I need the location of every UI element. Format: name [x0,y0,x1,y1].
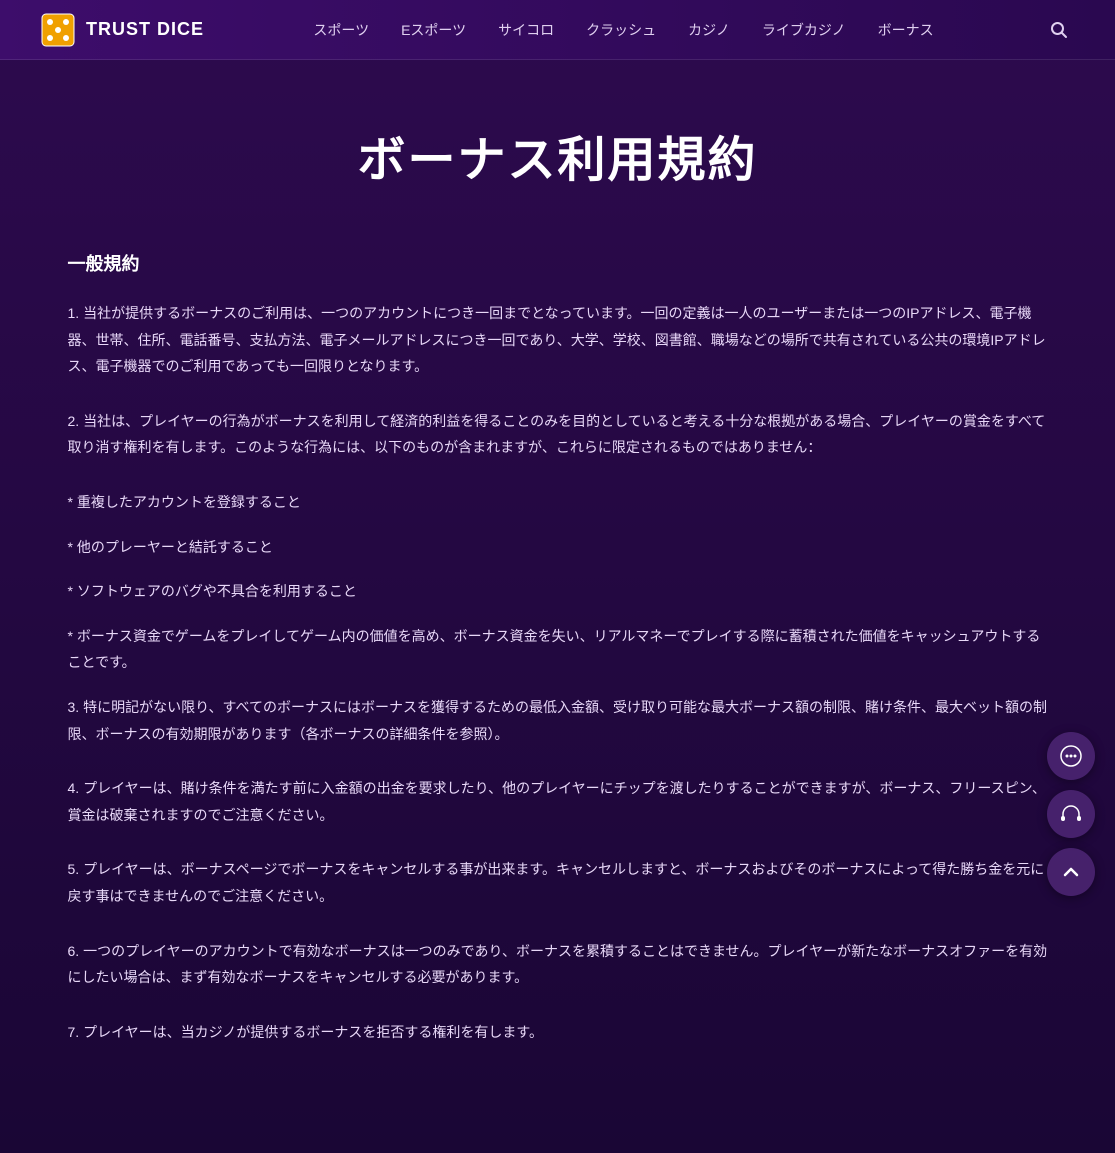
logo-text: TRUST DICE [86,19,204,40]
paragraph: 6. 一つのプレイヤーのアカウントで有効なボーナスは一つのみであり、ボーナスを累… [68,938,1048,991]
nav-item-bonus[interactable]: ボーナス [864,14,948,46]
search-button[interactable] [1043,14,1075,46]
nav-item-live-casino[interactable]: ライブカジノ [748,14,860,46]
page-title: ボーナス利用規約 [68,120,1048,190]
logo-area[interactable]: TRUST DICE [40,12,204,48]
paragraph: 1. 当社が提供するボーナスのご利用は、一つのアカウントにつき一回までとなってい… [68,300,1048,380]
list-item: * 重複したアカウントを登録すること [68,489,1048,516]
nav-item-casino[interactable]: カジノ [674,14,744,46]
chat-icon [1059,744,1083,768]
section-title: 一般規約 [68,250,1048,276]
paragraph: 2. 当社は、プレイヤーの行為がボーナスを利用して経済的利益を得ることのみを目的… [68,408,1048,461]
paragraph: 3. 特に明記がない限り、すべてのボーナスにはボーナスを獲得するための最低入金額… [68,694,1048,747]
main-content: ボーナス利用規約 一般規約 1. 当社が提供するボーナスのご利用は、一つのアカウ… [28,60,1088,1153]
nav-item-dice[interactable]: サイコロ [484,14,568,46]
scroll-top-button[interactable] [1047,848,1095,896]
chevron-up-icon [1059,860,1083,884]
search-icon [1049,20,1069,40]
header-right [1043,14,1075,46]
paragraph: 7. プレイヤーは、当カジノが提供するボーナスを拒否する権利を有します。 [68,1019,1048,1046]
list-item: * ソフトウェアのバグや不具合を利用すること [68,578,1048,605]
nav-item-crash[interactable]: クラッシュ [572,14,670,46]
chat-button[interactable] [1047,732,1095,780]
nav-item-esports[interactable]: Eスポーツ [387,14,480,46]
headphones-icon [1059,802,1083,826]
logo-icon [40,12,76,48]
paragraph: 4. プレイヤーは、賭け条件を満たす前に入金額の出金を要求したり、他のプレイヤー… [68,775,1048,828]
list-item: * ボーナス資金でゲームをプレイしてゲーム内の価値を高め、ボーナス資金を失い、リ… [68,623,1048,676]
main-nav: スポーツEスポーツサイコロクラッシュカジノライブカジノボーナス [299,14,947,46]
nav-item-sports[interactable]: スポーツ [299,14,383,46]
support-button[interactable] [1047,790,1095,838]
paragraph: 5. プレイヤーは、ボーナスページでボーナスをキャンセルする事が出来ます。キャン… [68,856,1048,909]
content-area: 1. 当社が提供するボーナスのご利用は、一つのアカウントにつき一回までとなってい… [68,300,1048,1045]
site-header: TRUST DICE スポーツEスポーツサイコロクラッシュカジノライブカジノボー… [0,0,1115,60]
list-item: * 他のプレーヤーと結託すること [68,534,1048,561]
